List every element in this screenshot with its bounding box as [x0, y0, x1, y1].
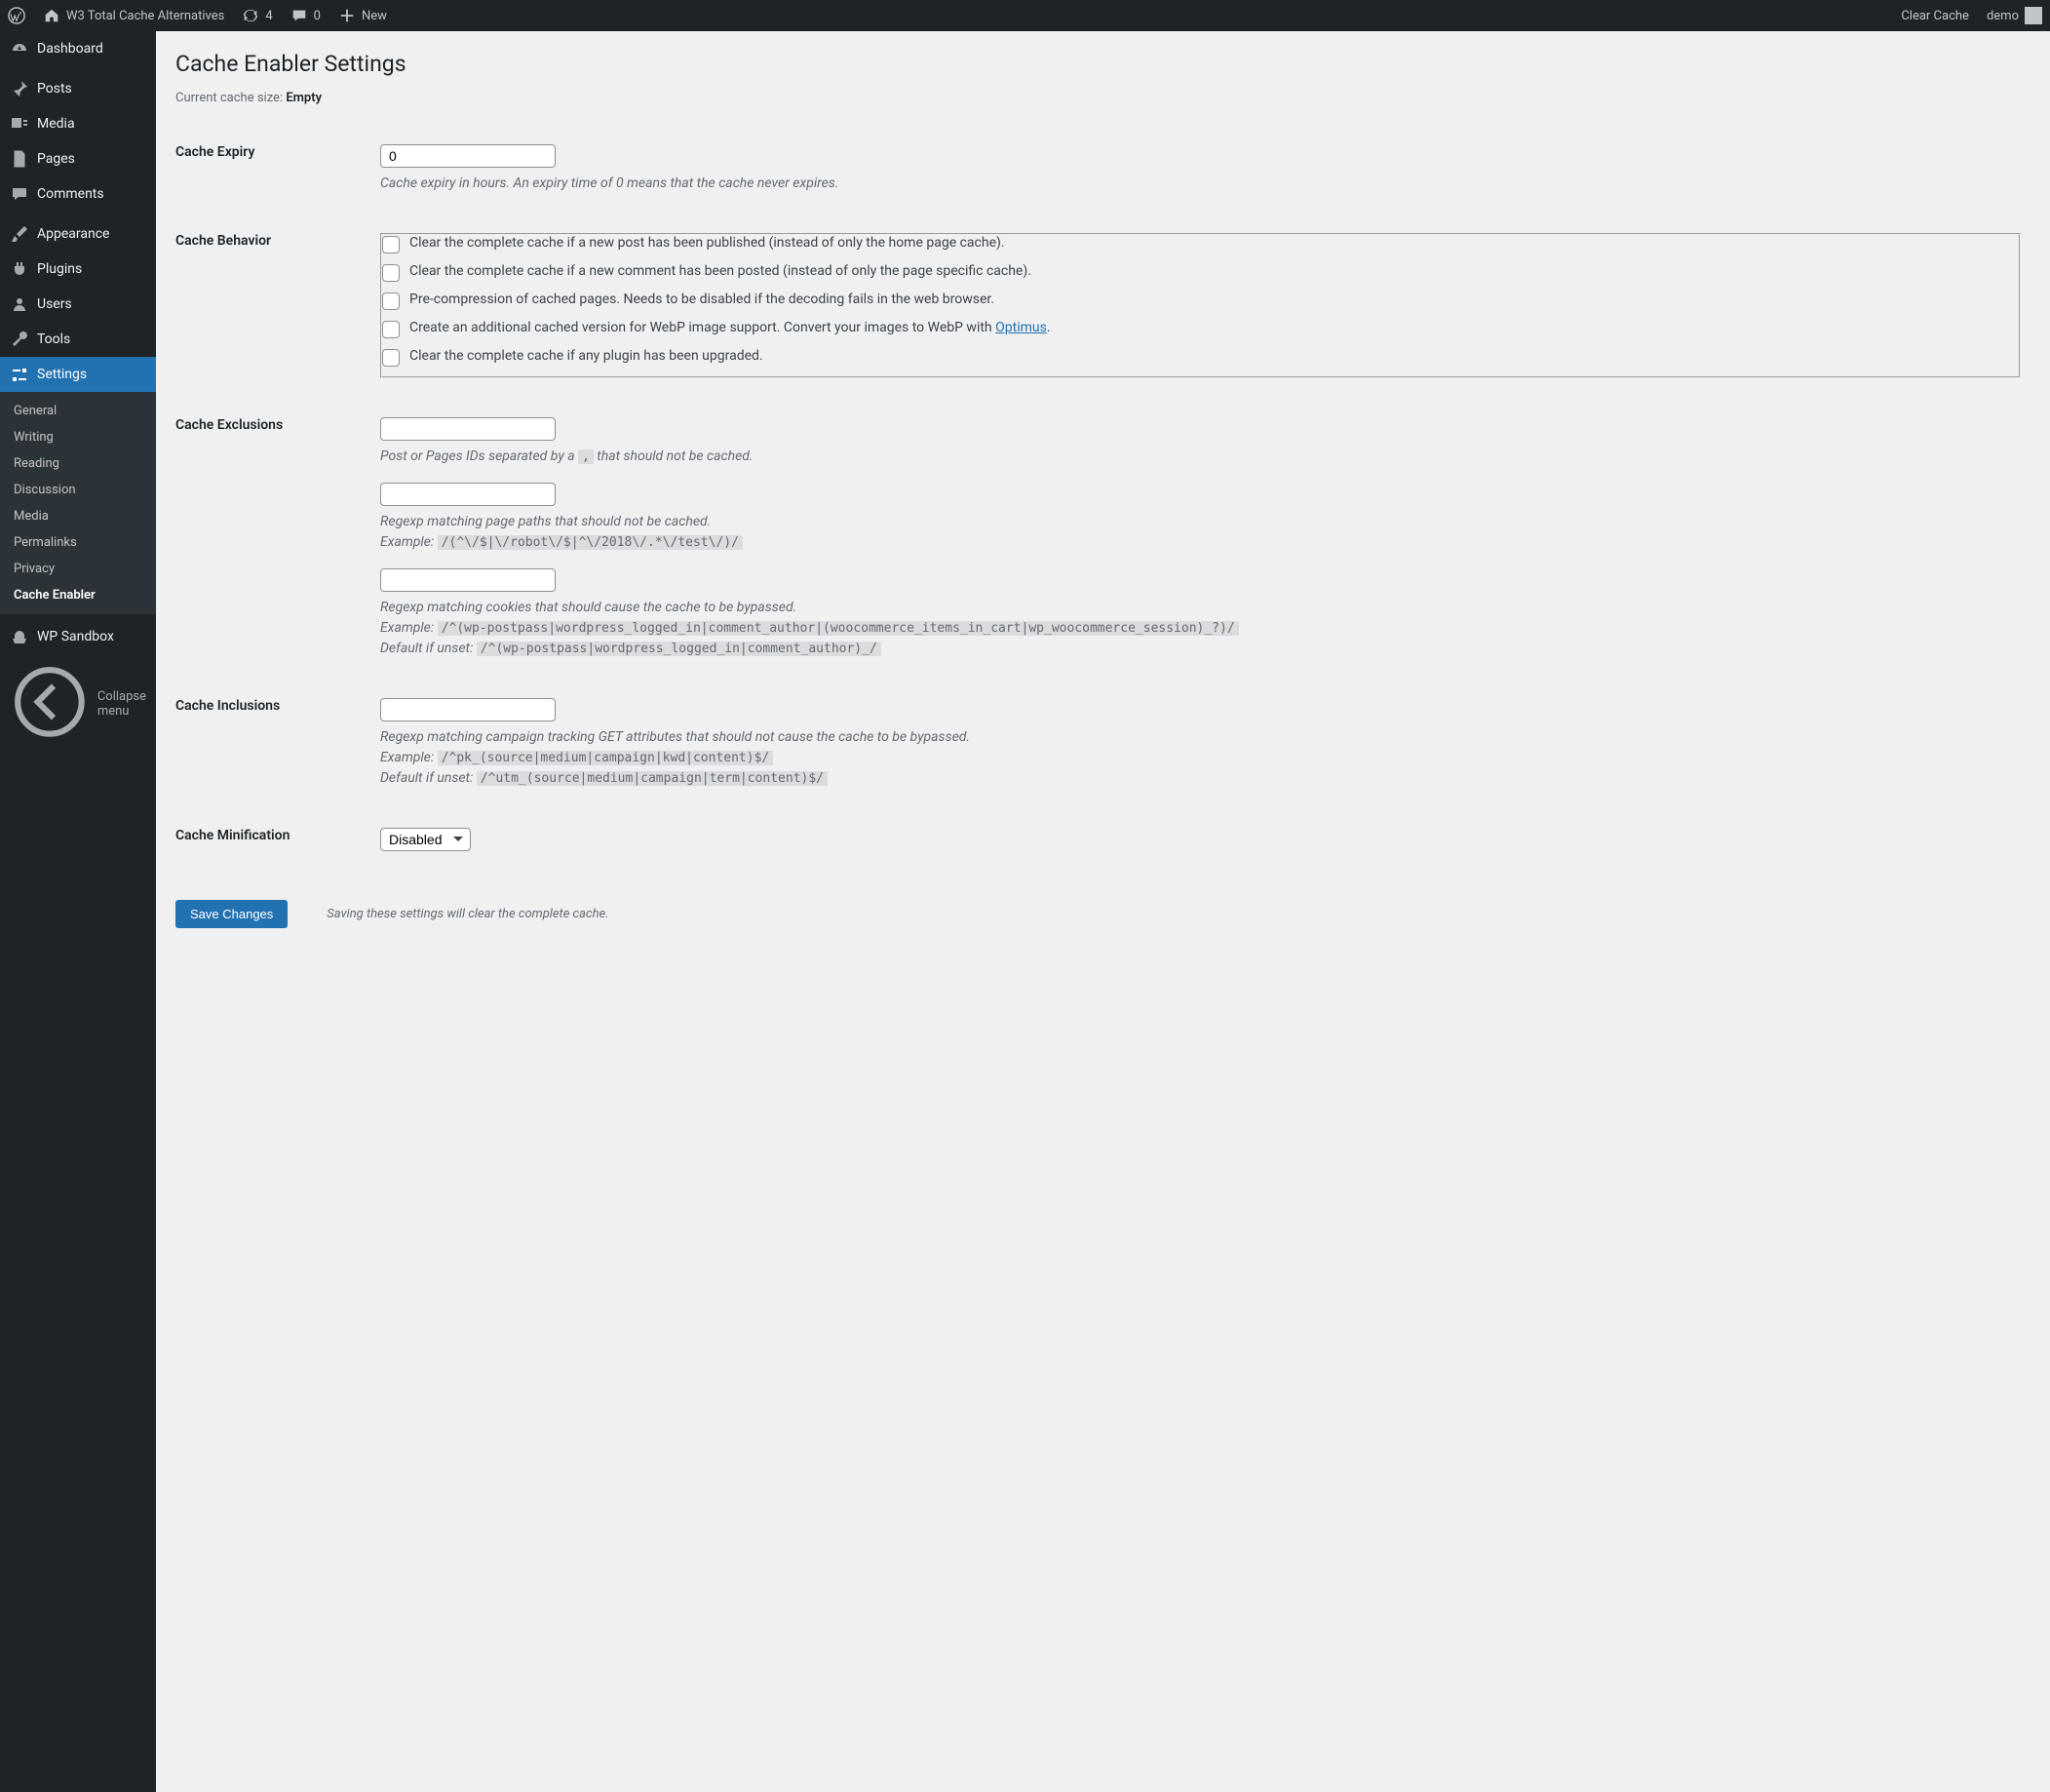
site-title: W3 Total Cache Alternatives [66, 9, 224, 23]
collapse-icon [10, 662, 90, 746]
user-name: demo [1987, 9, 2019, 23]
clear-cache-link[interactable]: Clear Cache [1901, 9, 1969, 23]
save-changes-button[interactable]: Save Changes [175, 900, 288, 928]
comments-icon [290, 7, 308, 24]
user-icon [10, 294, 29, 314]
sidebar-item-comments[interactable]: Comments [0, 176, 156, 212]
admin-sidebar: Dashboard Posts Media Pages Comments App… [0, 31, 156, 1792]
submenu-media[interactable]: Media [0, 503, 156, 529]
cache-expiry-desc: Cache expiry in hours. An expiry time of… [380, 174, 2021, 194]
label-cache-inclusions: Cache Inclusions [175, 679, 370, 808]
exclusion-ids-input[interactable] [380, 417, 556, 441]
pin-icon [10, 79, 29, 98]
checkbox-plugin-upgrade[interactable] [382, 349, 400, 367]
cache-size-line: Current cache size: Empty [175, 91, 2031, 105]
behavior-cb-plugin-upgrade[interactable]: Clear the complete cache if any plugin h… [382, 348, 2019, 367]
page-title: Cache Enabler Settings [175, 31, 2031, 91]
behavior-cb-webp[interactable]: Create an additional cached version for … [382, 320, 2019, 338]
wrench-icon [10, 330, 29, 349]
dashboard-icon [10, 39, 29, 58]
comma-code: , [578, 449, 594, 464]
new-label: New [362, 9, 387, 23]
sidebar-item-tools[interactable]: Tools [0, 322, 156, 357]
new-link[interactable]: New [338, 7, 387, 24]
comments-count: 0 [314, 9, 321, 23]
exclusion-cookies-input[interactable] [380, 568, 556, 592]
paths-example-code: /(^\/$|\/robot\/$|^\/2018\/.*\/test\/)/ [438, 535, 743, 550]
checkbox-new-post[interactable] [382, 236, 400, 253]
cookies-example-code: /^(wp-postpass|wordpress_logged_in|comme… [438, 621, 1239, 636]
behavior-cb-new-post[interactable]: Clear the complete cache if a new post h… [382, 235, 2019, 253]
sidebar-item-plugins[interactable]: Plugins [0, 252, 156, 287]
collapse-menu[interactable]: Collapse menu [0, 654, 156, 754]
exclusion-ids-desc: Post or Pages IDs separated by a , that … [380, 447, 2021, 467]
optimus-link[interactable]: Optimus [995, 320, 1047, 335]
cache-size-value: Empty [286, 91, 322, 105]
sidebar-item-pages[interactable]: Pages [0, 141, 156, 176]
admin-toolbar: W3 Total Cache Alternatives 4 0 New Clea… [0, 0, 2050, 31]
wp-logo[interactable] [8, 7, 25, 24]
sidebar-item-posts[interactable]: Posts [0, 71, 156, 106]
submenu-cache-enabler[interactable]: Cache Enabler [0, 582, 156, 608]
exclusion-paths-desc: Regexp matching page paths that should n… [380, 512, 2021, 553]
behavior-cb-precompression[interactable]: Pre-compression of cached pages. Needs t… [382, 292, 2019, 310]
submenu-writing[interactable]: Writing [0, 424, 156, 450]
exclusion-cookies-desc: Regexp matching cookies that should caus… [380, 598, 2021, 659]
plug-icon [10, 259, 29, 279]
updates-link[interactable]: 4 [242, 7, 272, 24]
settings-submenu: General Writing Reading Discussion Media… [0, 392, 156, 614]
cache-behavior-fieldset: Clear the complete cache if a new post h… [380, 233, 2021, 378]
wordpress-icon [8, 7, 25, 24]
pages-icon [10, 149, 29, 169]
minification-select[interactable]: Disabled [380, 828, 471, 851]
plus-icon [338, 7, 356, 24]
sidebar-item-wp-sandbox[interactable]: WP Sandbox [0, 619, 156, 654]
checkbox-new-comment[interactable] [382, 264, 400, 282]
inclusions-example-code: /^pk_(source|medium|campaign|kwd|content… [438, 751, 774, 765]
submenu-permalinks[interactable]: Permalinks [0, 529, 156, 556]
inclusions-input[interactable] [380, 698, 556, 721]
comment-icon [10, 184, 29, 204]
avatar-icon [2025, 7, 2042, 24]
sidebar-item-appearance[interactable]: Appearance [0, 216, 156, 252]
sidebar-item-dashboard[interactable]: Dashboard [0, 31, 156, 66]
user-account[interactable]: demo [1987, 7, 2042, 24]
comments-link[interactable]: 0 [290, 7, 321, 24]
submenu-general[interactable]: General [0, 398, 156, 424]
label-cache-expiry: Cache Expiry [175, 125, 370, 214]
label-cache-behavior: Cache Behavior [175, 214, 370, 398]
submenu-discussion[interactable]: Discussion [0, 477, 156, 503]
sidebar-item-media[interactable]: Media [0, 106, 156, 141]
cache-expiry-input[interactable] [380, 144, 556, 168]
submenu-privacy[interactable]: Privacy [0, 556, 156, 582]
home-icon [43, 7, 60, 24]
sliders-icon [10, 365, 29, 384]
updates-count: 4 [265, 9, 272, 23]
site-link[interactable]: W3 Total Cache Alternatives [43, 7, 224, 24]
inclusions-desc: Regexp matching campaign tracking GET at… [380, 727, 2021, 789]
save-note: Saving these settings will clear the com… [327, 907, 608, 921]
sandbox-icon [10, 627, 29, 646]
label-cache-exclusions: Cache Exclusions [175, 398, 370, 679]
submenu-reading[interactable]: Reading [0, 450, 156, 477]
label-cache-minification: Cache Minification [175, 808, 370, 871]
sidebar-item-settings[interactable]: Settings [0, 357, 156, 392]
checkbox-webp[interactable] [382, 321, 400, 338]
update-icon [242, 7, 259, 24]
sidebar-item-users[interactable]: Users [0, 287, 156, 322]
cookies-default-code: /^(wp-postpass|wordpress_logged_in|comme… [477, 642, 881, 656]
checkbox-precompression[interactable] [382, 292, 400, 310]
inclusions-default-code: /^utm_(source|medium|campaign|term|conte… [477, 771, 828, 786]
brush-icon [10, 224, 29, 244]
behavior-cb-new-comment[interactable]: Clear the complete cache if a new commen… [382, 263, 2019, 282]
exclusion-paths-input[interactable] [380, 483, 556, 506]
media-icon [10, 114, 29, 134]
main-content: Cache Enabler Settings Current cache siz… [156, 31, 2050, 977]
